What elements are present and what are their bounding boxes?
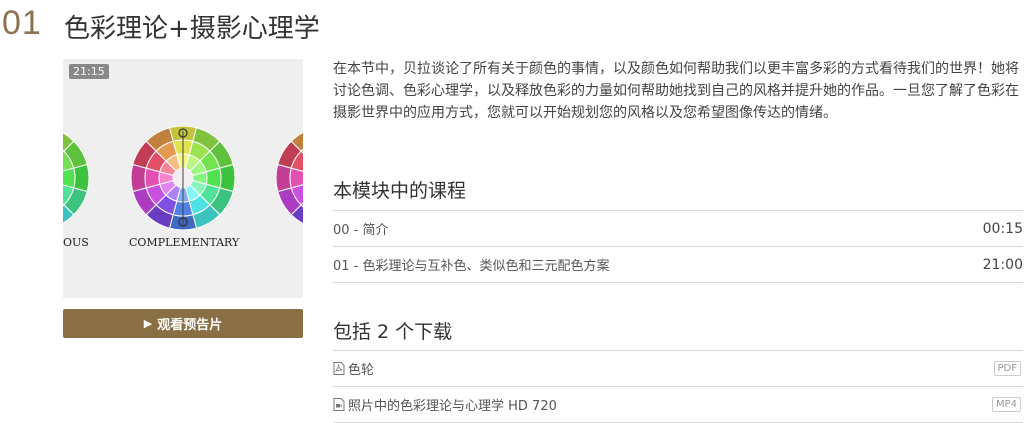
downloads-heading: 包括 2 个下载 <box>333 321 453 343</box>
module-number: 01 <box>2 4 42 42</box>
lesson-row[interactable]: 01 - 色彩理论与互补色、类似色和三元配色方案 21:00 <box>333 247 1023 283</box>
lessons-heading: 本模块中的课程 <box>333 180 467 202</box>
lessons-list: 00 - 简介 00:15 01 - 色彩理论与互补色、类似色和三元配色方案 2… <box>333 210 1023 283</box>
download-row[interactable]: 照片中的色彩理论与心理学 HD 720 MP4 <box>333 387 1023 423</box>
download-title: 色轮 <box>348 363 375 378</box>
video-thumbnail[interactable]: 21:15 OUS COMPLEMENTARY <box>63 59 303 298</box>
lesson-title: 00 - 简介 <box>333 223 389 238</box>
wheel-label-left: OUS <box>63 236 89 249</box>
file-type-badge: PDF <box>993 361 1021 376</box>
watch-trailer-label: 观看预告片 <box>157 318 223 333</box>
duration-badge: 21:15 <box>69 64 109 79</box>
lesson-duration: 21:00 <box>982 256 1023 273</box>
watch-trailer-button[interactable]: ▶ 观看预告片 <box>63 309 303 338</box>
wheel-label-center: COMPLEMENTARY <box>129 236 240 249</box>
lesson-title: 01 - 色彩理论与互补色、类似色和三元配色方案 <box>333 259 610 274</box>
module-title: 色彩理论+摄影心理学 <box>64 14 320 44</box>
video-file-icon <box>333 398 345 411</box>
pdf-file-icon <box>333 362 345 375</box>
lesson-duration: 00:15 <box>982 220 1023 237</box>
download-title: 照片中的色彩理论与心理学 HD 720 <box>348 399 557 414</box>
play-icon: ▶ <box>143 317 153 330</box>
file-type-badge: MP4 <box>991 397 1021 412</box>
lesson-row[interactable]: 00 - 简介 00:15 <box>333 211 1023 247</box>
color-wheel-icon <box>63 125 303 231</box>
download-row[interactable]: 色轮 PDF <box>333 351 1023 387</box>
downloads-list: 色轮 PDF 照片中的色彩理论与心理学 HD 720 MP4 <box>333 350 1023 423</box>
module-description: 在本节中，贝拉谈论了所有关于颜色的事情，以及颜色如何帮助我们以更丰富多彩的方式看… <box>333 61 1019 121</box>
